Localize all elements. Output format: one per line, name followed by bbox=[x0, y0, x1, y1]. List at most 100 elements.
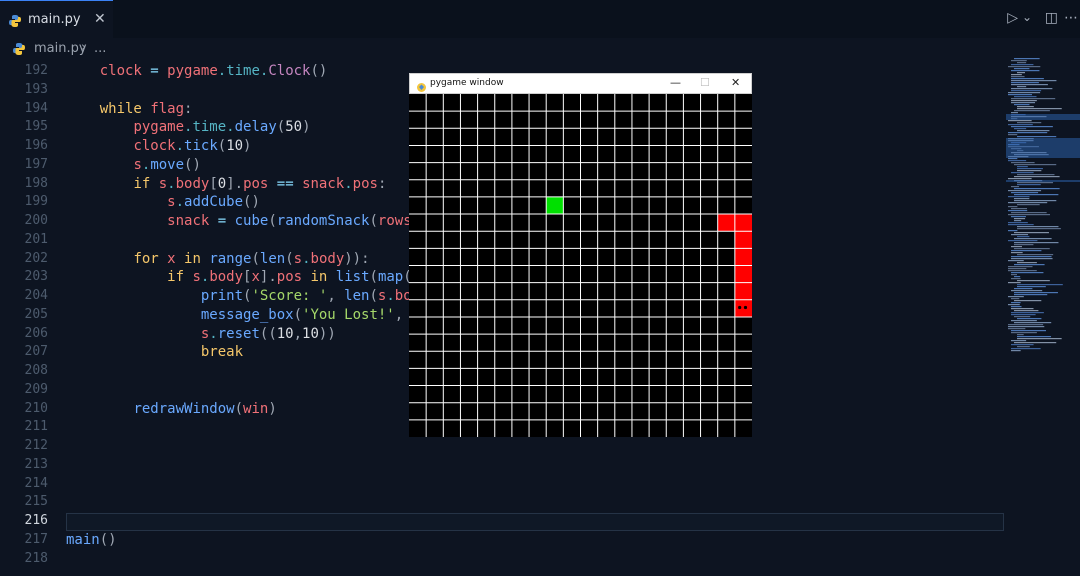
minimap-line bbox=[1014, 322, 1052, 324]
breadcrumb-file[interactable]: main.py bbox=[34, 41, 87, 56]
code-token: . bbox=[344, 175, 353, 192]
code-line[interactable] bbox=[66, 437, 1006, 456]
split-editor-icon[interactable]: ◫ bbox=[1045, 10, 1058, 26]
code-token: () bbox=[310, 63, 328, 79]
minimap-line bbox=[1011, 278, 1021, 280]
minimap-line bbox=[1014, 288, 1033, 290]
minimap-line bbox=[1017, 228, 1061, 230]
minimap-line bbox=[1011, 76, 1025, 78]
minimap-line bbox=[1017, 62, 1027, 64]
code-token: range bbox=[209, 250, 252, 267]
code-token: . bbox=[226, 119, 235, 136]
code-line[interactable] bbox=[66, 512, 1006, 531]
code-token: () bbox=[184, 156, 201, 173]
code-token: redrawWindow bbox=[133, 400, 235, 417]
minimap-line bbox=[1011, 298, 1020, 300]
code-token: delay bbox=[234, 119, 277, 136]
minimap-line bbox=[1008, 160, 1027, 162]
minimap-line bbox=[1011, 250, 1042, 252]
minimap-line bbox=[1011, 90, 1042, 92]
pygame-window[interactable]: pygame window — ☐ ✕ bbox=[409, 73, 752, 437]
minimap-line bbox=[1014, 342, 1057, 344]
minimize-button[interactable]: — bbox=[670, 76, 681, 89]
minimap-line bbox=[1014, 218, 1026, 220]
code-token: ( bbox=[251, 250, 260, 267]
code-token: ) bbox=[302, 119, 311, 136]
minimap-line bbox=[1014, 242, 1059, 244]
minimap-line bbox=[1017, 72, 1026, 74]
code-token: pos bbox=[352, 175, 378, 192]
code-line[interactable] bbox=[66, 550, 1006, 569]
line-number: 206 bbox=[24, 325, 48, 341]
code-token: (( bbox=[259, 325, 277, 342]
minimap-line bbox=[1014, 300, 1042, 302]
minimap-line bbox=[1011, 340, 1027, 342]
code-line[interactable] bbox=[66, 475, 1006, 494]
line-number: 197 bbox=[24, 156, 48, 172]
minimap-line bbox=[1011, 172, 1034, 174]
code-token: ( bbox=[293, 306, 303, 323]
minimap-line bbox=[1017, 166, 1028, 168]
line-number: 193 bbox=[24, 81, 48, 97]
minimap-line bbox=[1008, 214, 1051, 216]
window-titlebar[interactable]: pygame window — ☐ ✕ bbox=[409, 73, 752, 94]
minimap-line bbox=[1014, 164, 1057, 166]
tab-main-py[interactable]: main.py ✕ bbox=[0, 0, 113, 38]
minimap-line bbox=[1008, 124, 1033, 126]
code-token: move bbox=[150, 156, 185, 173]
code-line[interactable] bbox=[66, 456, 1006, 475]
code-token: , bbox=[293, 325, 303, 342]
code-token: if bbox=[133, 175, 151, 192]
minimap-line bbox=[1008, 296, 1024, 298]
code-token: x bbox=[251, 269, 260, 286]
minimap-line bbox=[1011, 258, 1053, 260]
minimap-line bbox=[1017, 174, 1055, 176]
minimap-highlight bbox=[1006, 180, 1080, 182]
minimap-line bbox=[1011, 272, 1044, 274]
code-token: : bbox=[184, 100, 193, 117]
code-line[interactable]: main() bbox=[66, 531, 1006, 550]
minimap-line bbox=[1014, 96, 1037, 98]
code-token: print bbox=[200, 288, 244, 304]
line-number: 201 bbox=[24, 231, 48, 247]
minimap-line bbox=[1011, 126, 1053, 128]
close-button[interactable]: ✕ bbox=[731, 76, 740, 89]
code-token: pos bbox=[276, 269, 303, 286]
code-token: in bbox=[175, 250, 210, 267]
python-icon bbox=[8, 13, 22, 32]
minimap-line bbox=[1014, 194, 1059, 196]
close-icon[interactable]: ✕ bbox=[94, 11, 106, 27]
run-icon[interactable]: ▷ bbox=[1007, 10, 1018, 26]
python-icon bbox=[12, 42, 26, 60]
snake-cell bbox=[717, 214, 735, 232]
maximize-button[interactable]: ☐ bbox=[700, 76, 710, 89]
minimap-line bbox=[1011, 332, 1037, 334]
snake-cell bbox=[734, 248, 752, 266]
minimap-line bbox=[1011, 74, 1022, 76]
code-token: time bbox=[192, 119, 227, 136]
line-number: 218 bbox=[24, 550, 48, 566]
minimap-line bbox=[1014, 232, 1049, 234]
code-line[interactable] bbox=[66, 493, 1006, 512]
line-number: 216 bbox=[24, 513, 48, 528]
line-number: 207 bbox=[24, 344, 48, 360]
line-number: 199 bbox=[24, 194, 48, 210]
minimap-line bbox=[1017, 86, 1027, 88]
snake-cell bbox=[734, 231, 752, 249]
chevron-down-icon[interactable]: ⌄ bbox=[1022, 10, 1032, 24]
minimap-line bbox=[1017, 236, 1030, 238]
minimap-line bbox=[1017, 280, 1050, 282]
code-token: ) bbox=[243, 138, 252, 154]
more-actions-icon[interactable]: ⋯ bbox=[1064, 10, 1078, 26]
breadcrumb-symbols[interactable]: ... bbox=[94, 41, 106, 56]
code-token: = bbox=[209, 213, 235, 229]
minimap-line bbox=[1008, 196, 1030, 198]
minimap[interactable] bbox=[1006, 56, 1080, 356]
code-token: 10 bbox=[302, 325, 319, 342]
line-number: 214 bbox=[24, 475, 48, 491]
minimap-line bbox=[1008, 260, 1024, 262]
